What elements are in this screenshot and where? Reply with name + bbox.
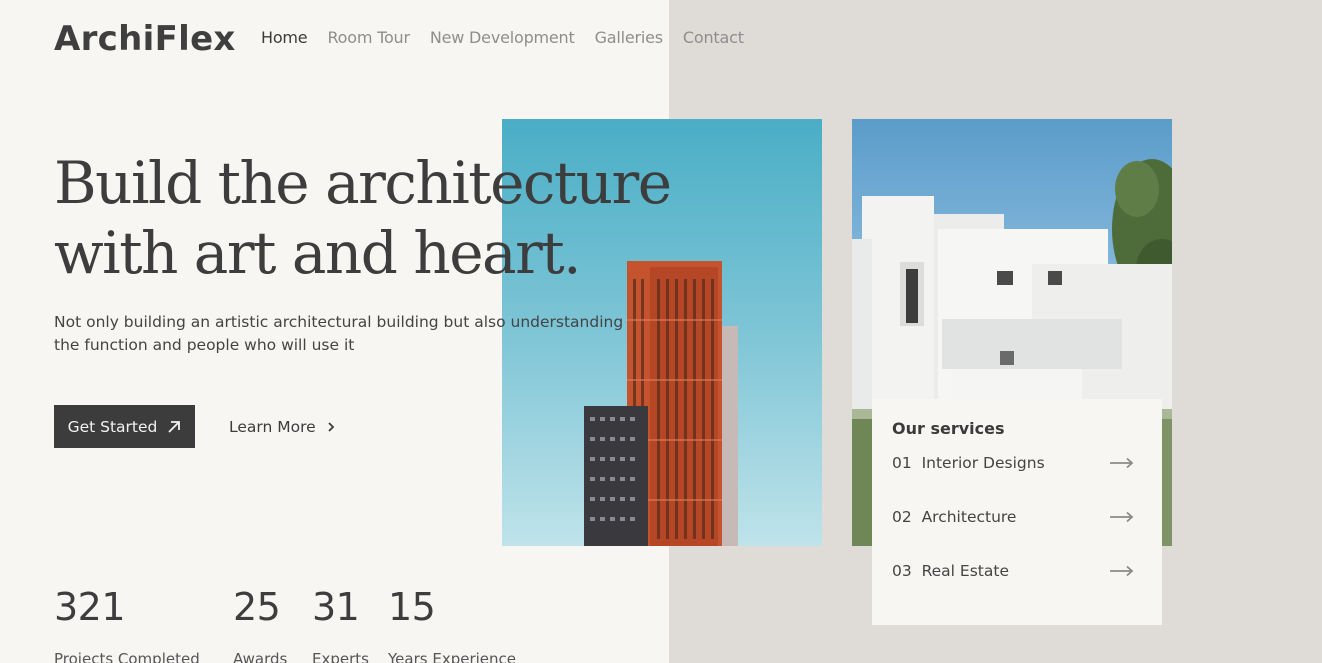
service-item-interior-designs[interactable]: 01 Interior Designs — [892, 452, 1134, 474]
nav-item-room-tour[interactable]: Room Tour — [327, 28, 410, 47]
learn-more-button[interactable]: Learn More — [229, 405, 336, 448]
service-item-real-estate[interactable]: 03 Real Estate — [892, 560, 1134, 582]
stat-projects: 321 Projects Completed — [54, 584, 200, 663]
stat-value: 31 — [312, 585, 360, 629]
hero-heading-line-2: with art and heart. — [54, 219, 582, 287]
brand-logo[interactable]: ArchiFlex — [54, 19, 236, 59]
stat-value: 321 — [54, 585, 126, 629]
hero-subtitle: Not only building an artistic architectu… — [54, 311, 654, 357]
service-label: 03 Real Estate — [892, 562, 1009, 580]
stat-awards: 25 Awards — [233, 584, 287, 663]
stat-label: Projects Completed — [54, 650, 200, 663]
stat-experts: 31 Experts — [312, 584, 369, 663]
nav-item-galleries[interactable]: Galleries — [595, 28, 664, 47]
service-label: 02 Architecture — [892, 508, 1017, 526]
arrow-right-icon — [1110, 457, 1134, 469]
arrow-right-icon — [1110, 511, 1134, 523]
stat-label: Awards — [233, 650, 288, 663]
arrow-right-icon — [1110, 565, 1134, 577]
services-title: Our services — [892, 419, 1005, 438]
get-started-button[interactable]: Get Started — [54, 405, 195, 448]
hero-subtitle-line-1: Not only building an artistic architectu… — [54, 313, 624, 331]
stat-years: 15 Years Experience — [388, 584, 516, 663]
nav-item-contact[interactable]: Contact — [683, 28, 744, 47]
hero-subtitle-line-2: the function and people who will use it — [54, 336, 355, 354]
stat-label: Experts — [312, 650, 369, 663]
stat-value: 15 — [388, 585, 436, 629]
nav-item-home[interactable]: Home — [261, 28, 308, 47]
stat-label: Years Experience — [388, 650, 516, 663]
hero-heading: Build the architecture with art and hear… — [54, 148, 674, 288]
hero-heading-line-1: Build the architecture — [54, 149, 672, 217]
stat-value: 25 — [233, 585, 281, 629]
main-nav: Home Room Tour New Development Galleries… — [261, 28, 744, 47]
arrow-up-right-icon — [168, 420, 181, 433]
service-label: 01 Interior Designs — [892, 454, 1045, 472]
nav-item-new-development[interactable]: New Development — [430, 28, 575, 47]
get-started-label: Get Started — [67, 417, 158, 436]
learn-more-label: Learn More — [229, 417, 316, 436]
chevron-right-icon — [328, 421, 334, 432]
service-item-architecture[interactable]: 02 Architecture — [892, 506, 1134, 528]
services-card: Our services 01 Interior Designs 02 Arch… — [872, 399, 1162, 625]
